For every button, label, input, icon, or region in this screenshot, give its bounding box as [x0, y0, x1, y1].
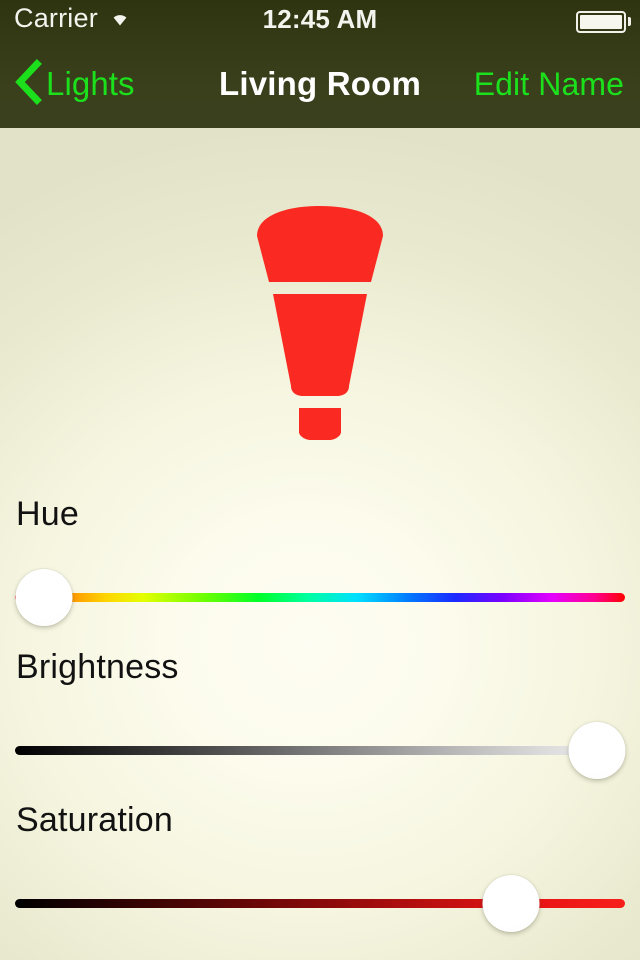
hue-slider[interactable]: [0, 565, 640, 629]
battery-level-fill: [580, 15, 622, 29]
navigation-bar: Living Room Lights Edit Name: [0, 40, 640, 128]
saturation-label: Saturation: [16, 801, 173, 839]
hue-label: Hue: [16, 495, 79, 533]
saturation-slider[interactable]: [0, 871, 640, 935]
brightness-slider[interactable]: [0, 718, 640, 782]
slider-group-brightness: Brightness: [0, 648, 640, 798]
status-bar-clock: 12:45 AM: [262, 4, 378, 34]
battery-full-icon: [576, 11, 626, 33]
brightness-slider-thumb[interactable]: [568, 722, 626, 779]
battery-cap-icon: [628, 17, 631, 26]
back-button-label: Lights: [46, 65, 135, 102]
hue-slider-thumb[interactable]: [15, 569, 73, 626]
saturation-slider-thumb[interactable]: [482, 875, 540, 932]
brightness-label: Brightness: [16, 648, 179, 686]
light-bulb-icon: [245, 200, 395, 445]
app-screen: Carrier 12:45 AM Living Room Lights Edit…: [0, 0, 640, 960]
hue-slider-track[interactable]: [15, 593, 625, 602]
light-bulb-preview: [0, 200, 640, 470]
brightness-slider-track[interactable]: [15, 746, 625, 755]
back-button[interactable]: Lights: [14, 40, 135, 128]
chevron-left-icon: [14, 58, 42, 110]
slider-group-hue: Hue: [0, 495, 640, 645]
slider-group-saturation: Saturation: [0, 801, 640, 951]
edit-name-button[interactable]: Edit Name: [474, 40, 624, 128]
status-bar: Carrier 12:45 AM: [0, 0, 640, 40]
